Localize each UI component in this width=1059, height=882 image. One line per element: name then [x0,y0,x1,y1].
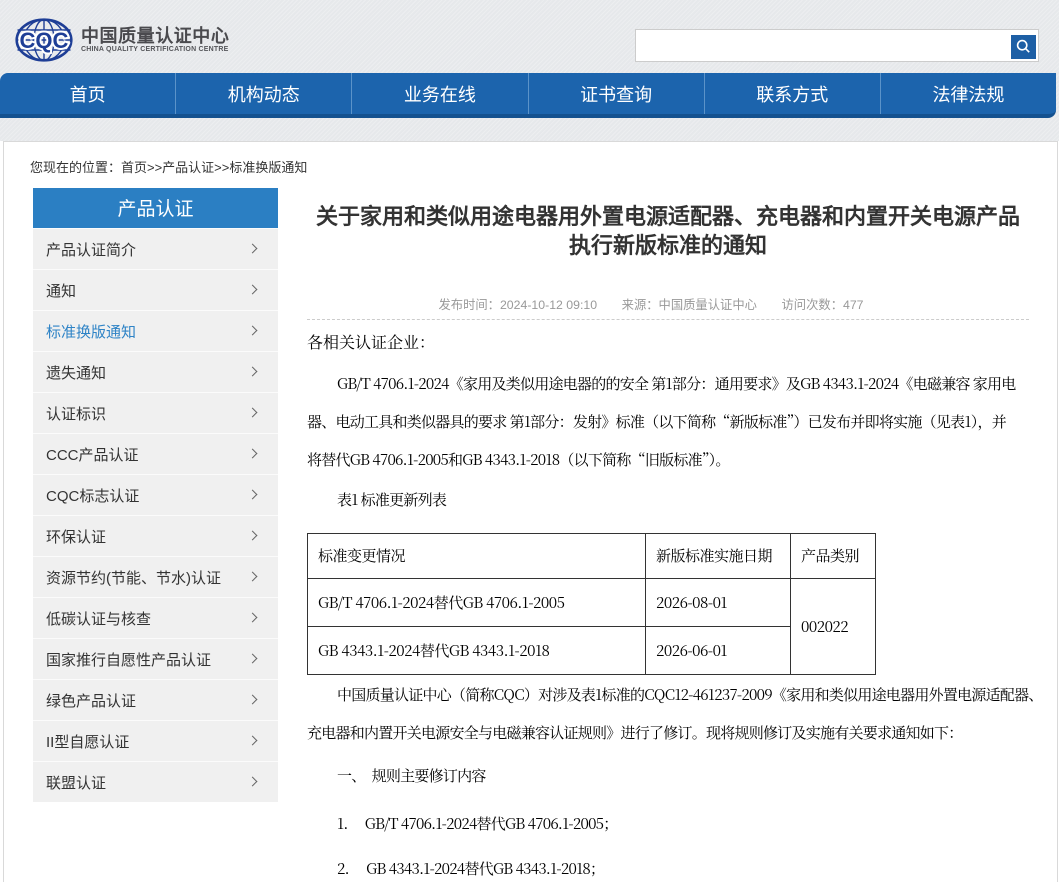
svg-text:CQC: CQC [20,28,69,53]
